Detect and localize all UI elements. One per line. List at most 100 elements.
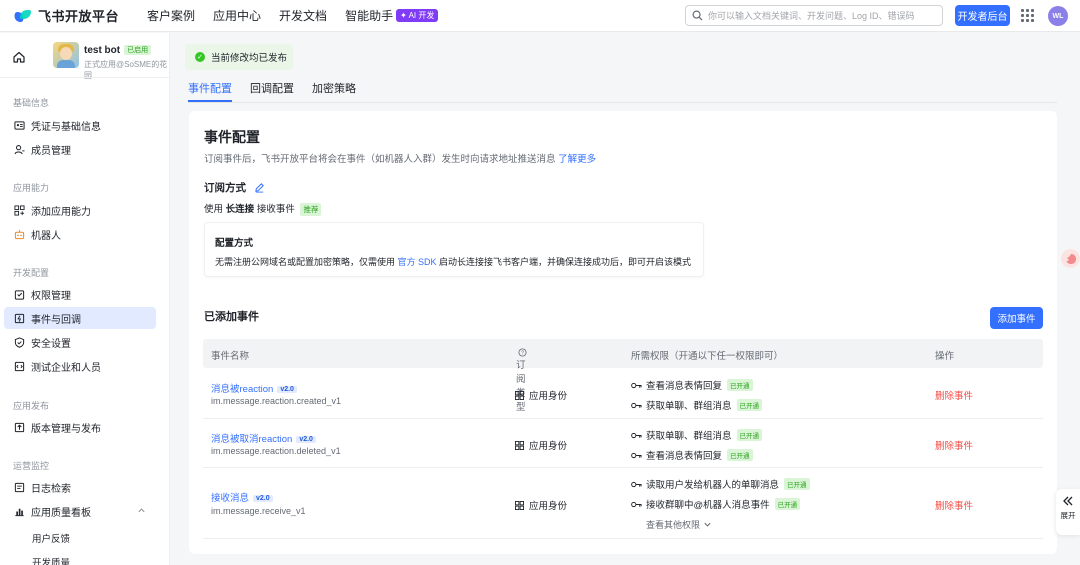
desc-text: 订阅事件后，飞书开放平台将会在事件（如机器人入群）发生时向请求地址推送消息 bbox=[204, 154, 559, 165]
permission-status-badge: 已开通 bbox=[727, 379, 753, 391]
release-icon bbox=[14, 422, 25, 432]
sidebar-item-version-release[interactable]: 版本管理与发布 bbox=[4, 416, 156, 438]
edit-icon[interactable] bbox=[254, 182, 265, 193]
app-identity-icon bbox=[515, 440, 524, 450]
app-identity-icon bbox=[515, 390, 524, 400]
assistant-float-icon[interactable] bbox=[1061, 249, 1080, 268]
event-name-text: 消息被取消reaction bbox=[211, 434, 293, 445]
home-icon[interactable] bbox=[12, 50, 26, 64]
recommend-badge: 推荐 bbox=[300, 203, 322, 216]
permission-label: 接收群聊中@机器人消息事件 bbox=[646, 500, 770, 511]
search-box[interactable] bbox=[685, 5, 943, 26]
search-input[interactable] bbox=[708, 10, 933, 21]
event-name[interactable]: 接收消息 v2.0 bbox=[211, 490, 273, 504]
permission-status-badge: 已开通 bbox=[784, 478, 810, 490]
double-chevron-left-icon bbox=[1063, 496, 1073, 506]
col-required-permissions: 所需权限（开通以下任一权限即可） bbox=[631, 351, 784, 362]
bot-icon bbox=[14, 229, 25, 239]
sidebar-item-security[interactable]: 安全设置 bbox=[4, 331, 156, 353]
use-suffix: 接收事件 bbox=[256, 204, 295, 215]
nav-dev-docs[interactable]: 开发文档 bbox=[279, 7, 327, 24]
delete-event-button[interactable]: 删除事件 bbox=[935, 438, 973, 452]
delete-event-button[interactable]: 删除事件 bbox=[935, 498, 973, 512]
delete-event-button[interactable]: 删除事件 bbox=[935, 388, 973, 402]
user-avatar[interactable]: WL bbox=[1048, 6, 1068, 26]
section-app-release: 应用发布 bbox=[13, 401, 50, 411]
chevron-up-icon[interactable] bbox=[137, 506, 146, 515]
nav-ai-assistant[interactable]: 智能助手 ✦ AI 开发 bbox=[345, 7, 439, 24]
nav-ai-assistant-label: 智能助手 bbox=[345, 9, 394, 23]
official-sdk-link[interactable]: 官方 SDK bbox=[398, 257, 437, 267]
top-nav: 飞书开放平台 客户案例 应用中心 开发文档 智能助手✦ AI 开发 开发者后台 … bbox=[0, 0, 1080, 32]
help-icon[interactable]: ? bbox=[518, 348, 527, 357]
subscription-type: 应用身份 bbox=[515, 498, 567, 512]
app-name-text: test bot bbox=[84, 45, 121, 56]
learn-more-link[interactable]: 了解更多 bbox=[558, 154, 596, 165]
sidebar-item-permissions[interactable]: 权限管理 bbox=[4, 283, 156, 305]
sidebar-item-bot[interactable]: 机器人 bbox=[4, 223, 156, 245]
ai-badge: ✦ AI 开发 bbox=[396, 9, 439, 22]
success-toast: ✓ 当前修改均已发布 bbox=[185, 44, 293, 70]
key-icon bbox=[631, 402, 642, 408]
table-row: 接收消息 v2.0 im.message.receive_v1 应用身份 读取用户… bbox=[203, 469, 1043, 539]
brand-logo[interactable]: 飞书开放平台 bbox=[12, 6, 119, 25]
col-subscription-type: 订阅类型 ? bbox=[516, 348, 527, 413]
view-more-label: 查看其他权限 bbox=[646, 520, 701, 530]
app-name: test bot 已启用 bbox=[84, 45, 152, 56]
nav-customer-cases[interactable]: 客户案例 bbox=[147, 7, 195, 24]
expand-panel-button[interactable]: 展开 bbox=[1056, 489, 1080, 535]
key-icon bbox=[631, 501, 642, 507]
sidebar-item-test-tenants[interactable]: 测试企业和人员 bbox=[4, 355, 156, 377]
permission-status-badge: 已开通 bbox=[774, 498, 801, 510]
member-icon bbox=[14, 144, 25, 154]
permission-status-badge: 已开通 bbox=[736, 399, 763, 411]
event-name-text: 消息被reaction bbox=[211, 384, 274, 395]
event-config-card: 事件配置 订阅事件后，飞书开放平台将会在事件（如机器人入群）发生时向请求地址推送… bbox=[189, 111, 1057, 554]
permission-item: 查看消息表情回复 已开通 bbox=[631, 378, 753, 392]
section-dev-config: 开发配置 bbox=[13, 268, 50, 278]
sidebar-item-label: 日志检索 bbox=[31, 483, 71, 495]
tab-event-config[interactable]: 事件配置 bbox=[188, 80, 232, 102]
subscription-type-label: 应用身份 bbox=[529, 501, 568, 512]
sidebar-item-label: 安全设置 bbox=[31, 338, 71, 350]
dev-console-button[interactable]: 开发者后台 bbox=[955, 5, 1010, 26]
view-more-permissions[interactable]: 查看其他权限 bbox=[646, 518, 712, 531]
sidebar-item-label: 版本管理与发布 bbox=[31, 423, 101, 435]
add-capability-icon bbox=[14, 204, 25, 216]
event-name[interactable]: 消息被取消reaction v2.0 bbox=[211, 431, 316, 445]
svg-text:?: ? bbox=[521, 350, 524, 356]
event-code: im.message.reaction.deleted_v1 bbox=[211, 446, 341, 456]
sidebar-divider bbox=[0, 77, 170, 78]
tab-callback-config[interactable]: 回调配置 bbox=[250, 80, 294, 102]
event-config-desc: 订阅事件后，飞书开放平台将会在事件（如机器人入群）发生时向请求地址推送消息 了解… bbox=[204, 151, 596, 165]
permission-label: 获取单聊、群组消息 bbox=[646, 401, 732, 412]
version-badge: v2.0 bbox=[277, 386, 297, 393]
sidebar-item-label: 事件与回调 bbox=[31, 314, 81, 326]
sidebar-item-label: 权限管理 bbox=[31, 290, 71, 302]
sidebar-item-log-search[interactable]: 日志检索 bbox=[4, 476, 156, 498]
event-name-text: 接收消息 bbox=[211, 493, 250, 504]
sidebar-item-events-callbacks[interactable]: 事件与回调 bbox=[4, 307, 156, 329]
sidebar-item-add-capability[interactable]: 添加应用能力 bbox=[4, 199, 156, 221]
event-name[interactable]: 消息被reaction v2.0 bbox=[211, 381, 297, 395]
apps-grid-icon[interactable] bbox=[1021, 9, 1034, 22]
config-mode-title: 配置方式 bbox=[215, 238, 254, 249]
sidebar-item-members[interactable]: 成员管理 bbox=[4, 138, 156, 160]
sidebar-item-label: 应用质量看板 bbox=[31, 507, 91, 519]
sidebar-subitem-dev-quality[interactable]: 开发质量 bbox=[32, 555, 70, 565]
key-icon bbox=[631, 481, 642, 487]
subscribe-mode-value: 使用 长连接 接收事件 推荐 bbox=[204, 201, 322, 216]
table-header: 事件名称 订阅类型 ? 所需权限（开通以下任一权限即可） 操作 bbox=[203, 339, 1043, 413]
sidebar-item-credentials[interactable]: 凭证与基础信息 bbox=[4, 114, 156, 136]
sidebar-item-quality-board[interactable]: 应用质量看板 bbox=[4, 500, 156, 522]
nav-app-center[interactable]: 应用中心 bbox=[213, 7, 261, 24]
assistant-logo-icon bbox=[1066, 253, 1076, 264]
tab-divider bbox=[188, 102, 1057, 103]
shield-icon bbox=[14, 336, 25, 348]
sidebar-subitem-user-feedback[interactable]: 用户反馈 bbox=[32, 531, 70, 545]
permission-item: 获取单聊、群组消息 已开通 bbox=[631, 428, 763, 442]
check-circle-icon: ✓ bbox=[195, 52, 205, 62]
add-event-button[interactable]: 添加事件 bbox=[990, 307, 1043, 329]
tab-encryption[interactable]: 加密策略 bbox=[312, 80, 356, 102]
version-badge: v2.0 bbox=[253, 495, 273, 502]
